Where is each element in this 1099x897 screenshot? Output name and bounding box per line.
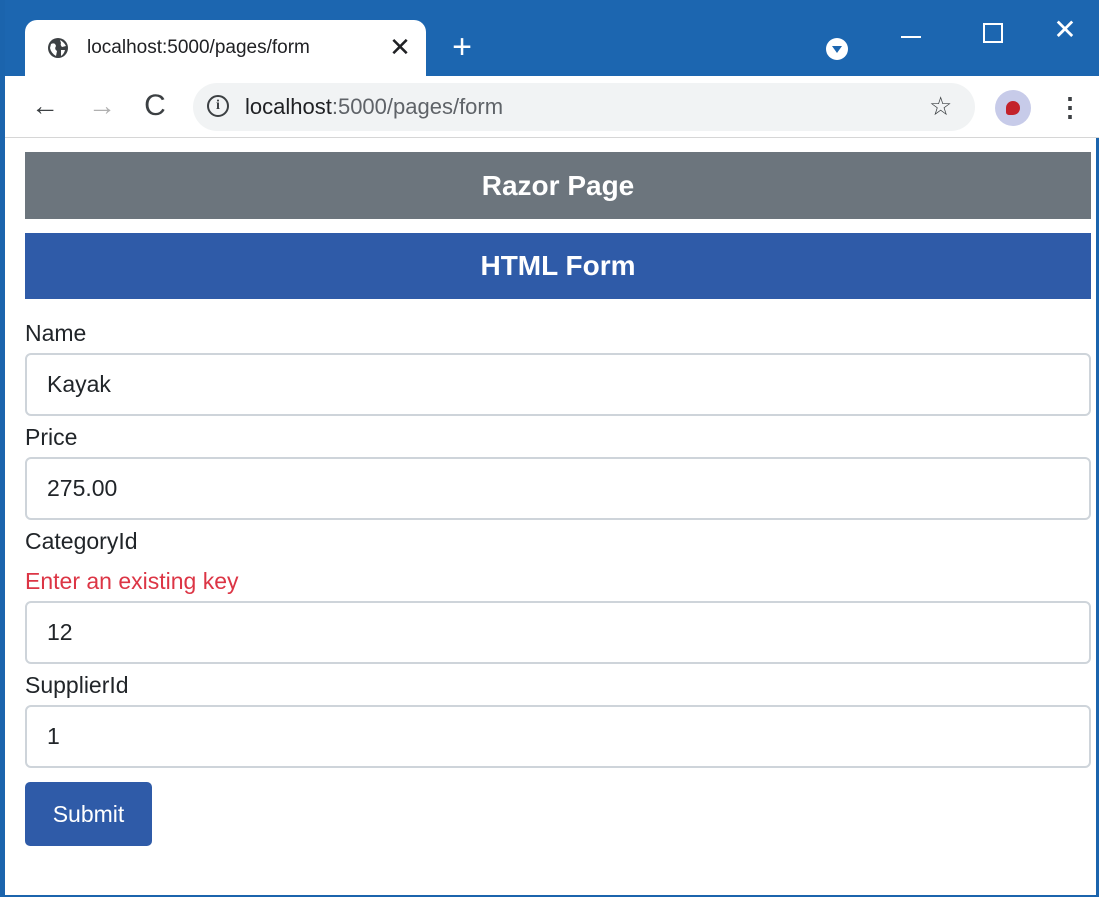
minimize-button[interactable] xyxy=(892,14,932,50)
window-close-button[interactable]: ✕ xyxy=(1045,14,1085,50)
name-input[interactable]: Kayak xyxy=(25,353,1091,416)
url-path: :5000/pages/form xyxy=(331,94,504,119)
supplier-input[interactable]: 1 xyxy=(25,705,1091,768)
browser-toolbar: ← → C i localhost:5000/pages/form ☆ ⋮ xyxy=(5,76,1099,138)
browser-tab[interactable]: localhost:5000/pages/form ✕ xyxy=(25,20,426,76)
tab-search-icon[interactable] xyxy=(826,38,848,60)
browser-window: localhost:5000/pages/form ✕ + ✕ ← → C i … xyxy=(0,0,1099,897)
tab-strip: localhost:5000/pages/form ✕ + ✕ xyxy=(5,0,1099,76)
category-label: CategoryId xyxy=(25,528,138,554)
price-input[interactable]: 275.00 xyxy=(25,457,1091,520)
submit-button[interactable]: Submit xyxy=(25,782,152,846)
new-tab-button[interactable]: + xyxy=(445,30,479,66)
reload-icon[interactable]: C xyxy=(138,89,172,123)
category-input[interactable]: 12 xyxy=(25,601,1091,664)
category-validation-error: Enter an existing key xyxy=(25,568,239,594)
globe-icon xyxy=(48,38,68,58)
name-label: Name xyxy=(25,320,87,346)
back-icon[interactable]: ← xyxy=(28,89,62,123)
supplier-label: SupplierId xyxy=(25,672,129,698)
tab-close-icon[interactable]: ✕ xyxy=(387,34,413,60)
form-header: HTML Form xyxy=(25,233,1091,299)
page-header: Razor Page xyxy=(25,152,1091,219)
kebab-icon[interactable]: ⋮ xyxy=(1057,92,1083,122)
price-label: Price xyxy=(25,424,78,450)
maximize-button[interactable] xyxy=(971,14,1011,50)
info-icon[interactable]: i xyxy=(207,95,229,117)
address-bar[interactable]: i localhost:5000/pages/form ☆ xyxy=(193,83,975,131)
forward-icon[interactable]: → xyxy=(85,89,119,123)
profile-avatar[interactable] xyxy=(995,90,1031,126)
url-host: localhost xyxy=(245,94,332,119)
tab-title: localhost:5000/pages/form xyxy=(87,37,310,58)
url-text[interactable]: localhost:5000/pages/form xyxy=(245,94,503,120)
star-icon[interactable]: ☆ xyxy=(929,91,952,121)
